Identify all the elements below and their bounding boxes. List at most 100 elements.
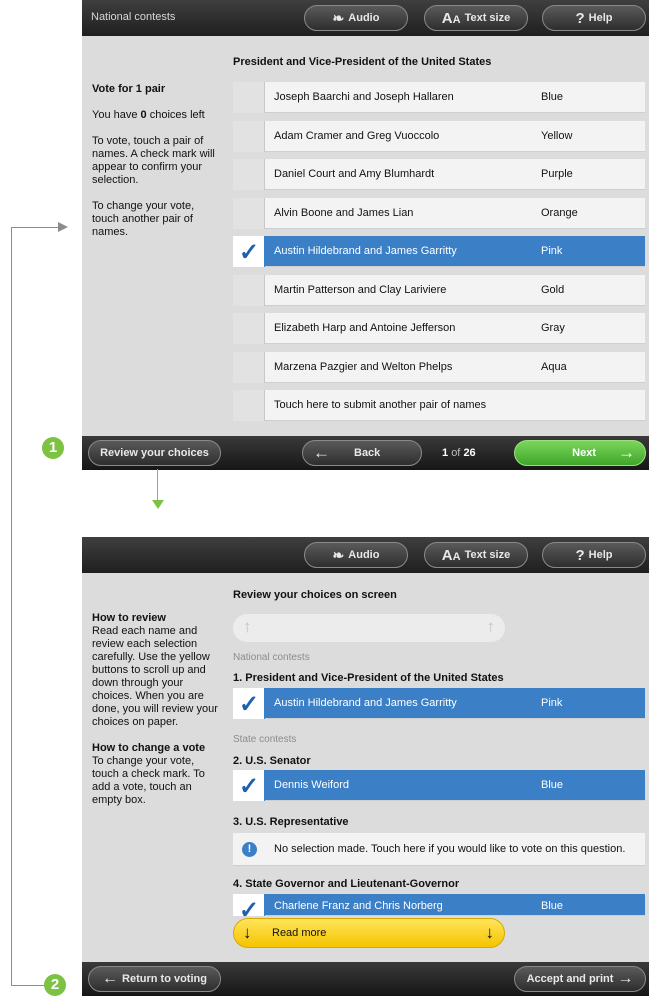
arrow-up-icon: ↑	[486, 617, 496, 636]
candidate-row[interactable]: Adam Cramer and Greg Vuoccolo Yellow	[233, 120, 645, 152]
candidate-name: Elizabeth Harp and Antoine Jefferson	[274, 322, 456, 334]
back-button[interactable]: ← Back	[302, 440, 422, 466]
footer-bar: ← Return to voting Accept and print →	[82, 962, 649, 996]
footer-bar: Review your choices ← Back 1 of 26 Next …	[82, 436, 649, 470]
candidate-name: Martin Patterson and Clay Lariviere	[274, 283, 447, 296]
candidate-row[interactable]: Marzena Pazgier and Welton Phelps Aqua	[233, 351, 645, 383]
page-of: of	[451, 447, 461, 459]
text-size-button[interactable]: AA Text size	[424, 5, 528, 31]
vote-limit-heading: Vote for 1 pair	[92, 83, 166, 95]
header-bar: ❧ Audio AA Text size ? Help	[82, 537, 649, 573]
candidate-row[interactable]: Martin Patterson and Clay Lariviere Gold	[233, 274, 645, 306]
checkbox[interactable]	[233, 390, 265, 421]
flow-arrowhead-right	[58, 222, 68, 232]
read-more-button[interactable]: ↓ Read more ↓	[233, 918, 505, 948]
national-contests-label: National contests	[233, 652, 310, 663]
step-1-badge: 1	[42, 437, 64, 459]
contest4-selection[interactable]: ✓ Charlene Franz and Chris Norberg Blue	[233, 894, 645, 924]
help-button[interactable]: ? Help	[542, 5, 646, 31]
contest3-no-selection[interactable]: ! No selection made. Touch here if you w…	[233, 833, 645, 866]
review-instructions-panel: How to review Read each name and review …	[92, 612, 224, 807]
arrow-left-icon: ←	[313, 443, 330, 462]
candidate-row[interactable]: Joseph Baarchi and Joseph Hallaren Blue	[233, 82, 645, 113]
arrow-right-icon: →	[618, 443, 635, 462]
candidate-party: Gold	[541, 283, 565, 296]
arrow-up-icon: ↑	[243, 617, 252, 636]
candidate-row[interactable]: Elizabeth Harp and Antoine Jefferson Gray	[233, 313, 645, 344]
arrow-right-icon: →	[617, 970, 634, 987]
flow-loop-top	[11, 227, 61, 228]
accept-and-print-button[interactable]: Accept and print →	[514, 966, 646, 992]
check-mark-icon: ✓	[239, 691, 260, 718]
flow-arrow-down	[157, 469, 158, 503]
audio-ear-icon: ❧	[332, 9, 345, 26]
contest4-title: 4. State Governor and Lieutenant-Governo…	[233, 878, 460, 890]
question-mark-icon: ?	[575, 9, 585, 27]
candidate-name: Adam Cramer and Greg Vuoccolo	[274, 129, 440, 142]
contest3-title: 3. U.S. Representative	[233, 816, 349, 828]
how-to-change-heading: How to change a vote	[92, 742, 206, 754]
contest-group-title: National contests	[91, 11, 176, 23]
candidate-party: Purple	[541, 168, 573, 180]
page-indicator: 1 of 26	[442, 447, 476, 459]
review-choices-button[interactable]: Review your choices	[88, 440, 221, 466]
choices-left-text: You have 0 choices left	[92, 109, 205, 121]
arrow-down-icon: ↓	[485, 923, 495, 942]
contest2-title: 2. U.S. Senator	[233, 755, 311, 767]
page-total: 26	[463, 447, 476, 459]
next-button[interactable]: Next →	[514, 440, 646, 466]
how-to-review-heading: How to review	[92, 612, 166, 624]
voting-screen: National contests ❧ Audio AA Text size ?…	[82, 0, 649, 470]
checkbox[interactable]	[233, 313, 265, 344]
arrow-down-icon: ↓	[243, 923, 252, 942]
checkbox[interactable]	[233, 197, 265, 229]
check-mark-icon: ✓	[239, 773, 260, 800]
candidate-name: Touch here to submit another pair of nam…	[274, 399, 487, 411]
text-size-icon: AA	[441, 9, 461, 27]
contest1-selection[interactable]: ✓ Austin Hildebrand and James Garritty P…	[233, 688, 645, 719]
candidate-party: Aqua	[541, 360, 567, 373]
checkbox[interactable]	[233, 82, 265, 113]
contest1-title: 1. President and Vice-President of the U…	[233, 672, 504, 684]
state-contests-label: State contests	[233, 734, 297, 745]
return-to-voting-button[interactable]: ← Return to voting	[88, 966, 221, 992]
flow-loop-bottom	[11, 985, 45, 986]
scroll-up-button[interactable]: ↑ ↑	[233, 614, 505, 642]
candidate-name: Daniel Court and Amy Blumhardt	[274, 168, 435, 180]
checkbox[interactable]	[233, 351, 265, 383]
checkbox[interactable]	[233, 120, 265, 152]
how-to-review-text: Read each name and review each selection…	[92, 625, 218, 728]
step-2-badge: 2	[44, 974, 66, 996]
candidate-name: Marzena Pazgier and Welton Phelps	[274, 360, 453, 373]
how-to-change-text: To change your vote, touch a check mark.…	[92, 755, 205, 806]
candidate-row[interactable]: Daniel Court and Amy Blumhardt Purple	[233, 159, 645, 190]
checkbox[interactable]: ✓	[233, 770, 265, 801]
flow-arrowhead-down	[152, 500, 164, 509]
audio-button[interactable]: ❧ Audio	[304, 5, 408, 31]
instructions-panel: Vote for 1 pair You have 0 choices left …	[92, 83, 220, 239]
help-button[interactable]: ? Help	[542, 542, 646, 568]
candidate-name: Austin Hildebrand and James Garritty	[274, 245, 457, 257]
checkbox[interactable]	[233, 159, 265, 190]
flow-loop-vertical	[11, 227, 12, 985]
candidate-row[interactable]: Alvin Boone and James Lian Orange	[233, 197, 645, 229]
candidate-party: Orange	[541, 206, 578, 219]
audio-button[interactable]: ❧ Audio	[304, 542, 408, 568]
contest2-selection[interactable]: ✓ Dennis Weiford Blue	[233, 770, 645, 801]
candidate-row[interactable]: ✓ Austin Hildebrand and James Garritty Pin…	[233, 236, 645, 267]
checkbox[interactable]: ✓	[233, 236, 265, 267]
candidate-party: Gray	[541, 322, 565, 334]
vote-instruction: To vote, touch a pair of names. A check …	[92, 135, 215, 186]
checkbox[interactable]: ✓	[233, 688, 265, 719]
candidate-party: Blue	[541, 91, 564, 103]
candidate-row[interactable]: Touch here to submit another pair of nam…	[233, 390, 645, 421]
candidate-name: Joseph Baarchi and Joseph Hallaren	[274, 91, 454, 103]
audio-ear-icon: ❧	[332, 546, 345, 563]
header-bar: National contests ❧ Audio AA Text size ?…	[82, 0, 649, 36]
info-icon: !	[242, 842, 257, 857]
candidate-name: Alvin Boone and James Lian	[274, 206, 414, 219]
text-size-icon: AA	[441, 546, 461, 564]
text-size-button[interactable]: AA Text size	[424, 542, 528, 568]
checkbox[interactable]: ✓	[233, 894, 265, 924]
checkbox[interactable]	[233, 274, 265, 306]
